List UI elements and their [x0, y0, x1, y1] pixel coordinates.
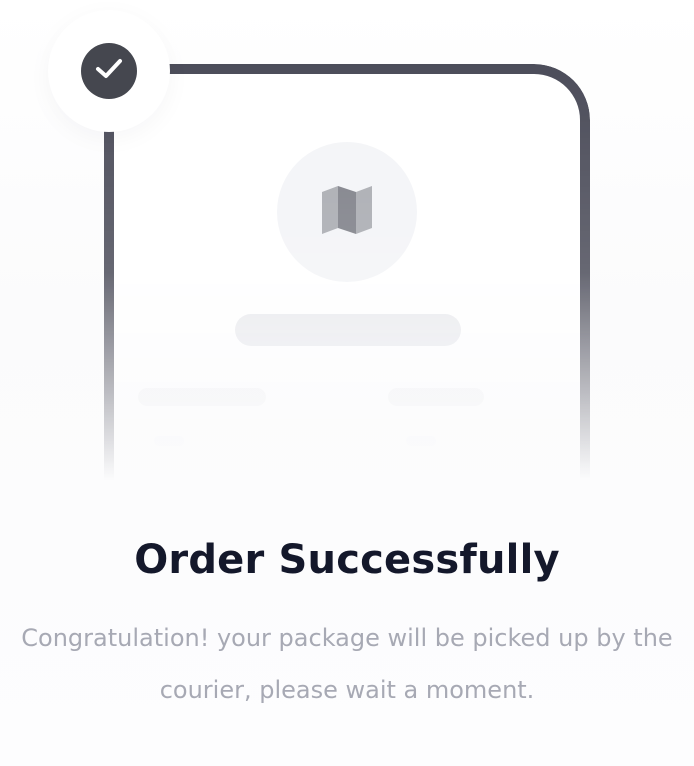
success-badge	[48, 10, 170, 132]
phone-screen	[114, 74, 580, 584]
map-circle	[277, 142, 417, 282]
detail-placeholder-right	[388, 388, 484, 406]
success-screen: Order Successfully Congratulation! your …	[0, 0, 694, 766]
map-icon	[320, 185, 374, 239]
success-message: Congratulation! your package will be pic…	[21, 624, 673, 704]
detail-placeholder-left	[138, 388, 266, 406]
success-badge-circle	[81, 43, 137, 99]
sub-placeholder-left	[154, 436, 184, 446]
check-icon	[95, 58, 123, 85]
title-placeholder	[235, 314, 461, 346]
phone-illustration	[104, 64, 590, 584]
sub-placeholder-right	[406, 436, 436, 446]
page-title: Order Successfully	[134, 537, 560, 583]
